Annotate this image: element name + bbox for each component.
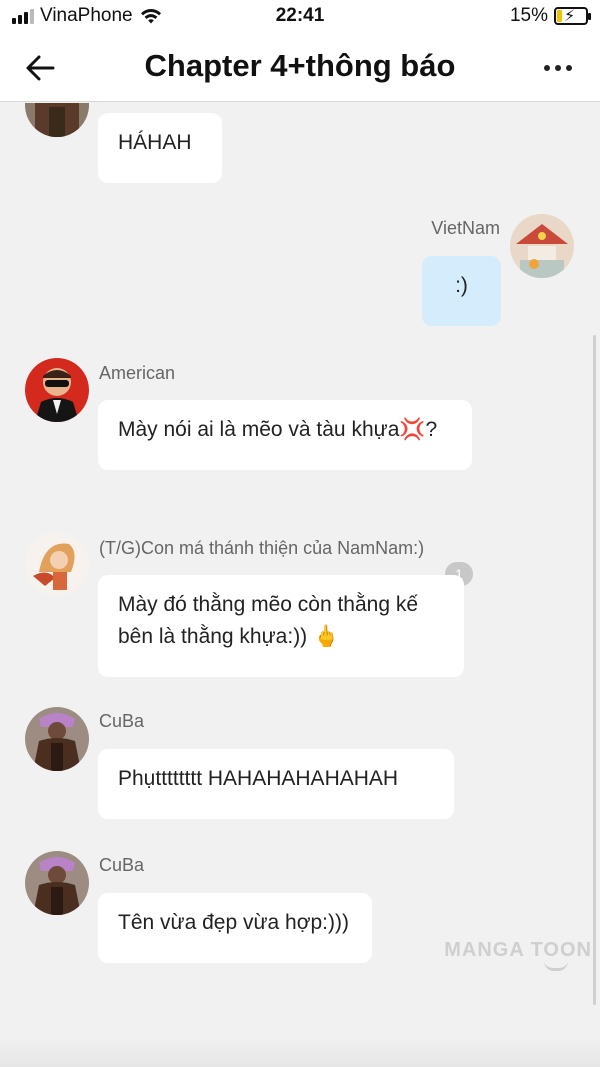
bottom-shade [0,1037,600,1067]
status-bar: VinaPhone 22:41 15% ⚡ [0,0,600,34]
message-bubble[interactable]: Tên vừa đẹp vừa hợp:))) [98,893,372,963]
my-message-bubble[interactable]: :) [422,256,501,326]
battery-level [557,10,562,22]
chat-header: Chapter 4+thông báo [0,34,600,102]
message-bubble[interactable]: HÁHAH [98,113,222,183]
cuba-avatar-icon [25,103,89,137]
charging-bolt-icon: ⚡ [564,8,576,25]
message-bubble[interactable]: Mày đó thằng mẽo còn thằng kế bên là thằ… [98,575,464,677]
status-right: 15% ⚡ [509,5,591,27]
chat-list[interactable]: HÁHAH VietNam :) American Mày nói ai là … [0,103,600,1067]
message-text: Mày nói ai là mẽo và tàu khựa💢? [118,418,438,441]
sender-name: VietNam [431,218,500,238]
sender-name: (T/G)Con má thánh thiện của NamNam:) [99,538,425,558]
more-icon [544,65,572,71]
battery-percent: 15% [509,5,548,26]
sender-name: CuBa [99,711,145,731]
message-text: Mày đó thằng mẽo còn thằng kế bên là thằ… [118,593,419,648]
message-text: Tên vừa đẹp vừa hợp:))) [118,911,349,934]
message-text: :) [455,274,468,297]
american-avatar-icon [25,358,89,422]
cuba-avatar-icon [25,707,89,771]
avatar[interactable] [25,851,89,915]
avatar[interactable] [25,707,89,771]
more-button[interactable] [540,54,576,82]
cuba-avatar-icon [25,851,89,915]
avatar[interactable] [510,214,574,278]
message-text: HÁHAH [118,131,192,154]
avatar[interactable] [25,358,89,422]
back-button[interactable] [22,50,58,86]
scrollbar[interactable] [593,335,596,1005]
mangatoon-watermark: MANGA TOON [444,939,592,961]
watermark-smile-icon [544,961,568,971]
page-title: Chapter 4+thông báo [144,48,456,83]
message-bubble[interactable]: Mày nói ai là mẽo và tàu khựa💢? [98,400,472,470]
battery-charging-icon: ⚡ [554,7,591,25]
message-bubble[interactable]: Phụtttttttt HAHAHAHAHAHAH [98,749,454,819]
sender-name: CuBa [99,855,145,875]
vietnam-avatar-icon [510,214,574,278]
sender-name: American [99,363,176,383]
message-text: Phụtttttttt HAHAHAHAHAHAH [118,767,399,790]
back-arrow-icon [26,55,55,81]
avatar[interactable] [25,532,89,596]
author-avatar-icon [25,532,89,596]
avatar[interactable] [25,103,89,137]
